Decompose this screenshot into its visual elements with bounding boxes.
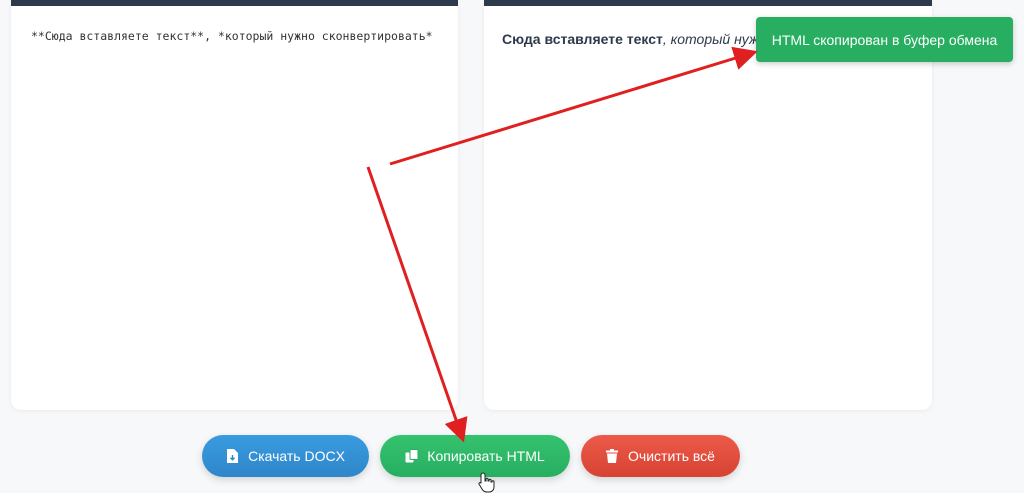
markdown-editor-text[interactable]: **Сюда вставляете текст**, *который нужн…	[31, 29, 433, 43]
file-download-icon	[226, 449, 240, 463]
download-docx-button[interactable]: Скачать DOCX	[202, 435, 369, 477]
clear-all-button[interactable]: Очистить всё	[581, 435, 740, 477]
converter-app: **Сюда вставляете текст**, *который нужн…	[0, 0, 1024, 493]
copy-html-label: Копировать HTML	[427, 448, 545, 464]
copy-icon	[405, 449, 419, 463]
download-docx-label: Скачать DOCX	[248, 448, 345, 464]
copied-toast-notification: HTML скопирован в буфер обмена	[756, 17, 1013, 62]
copy-html-button[interactable]: Копировать HTML	[380, 435, 570, 477]
markdown-editor-panel[interactable]: **Сюда вставляете текст**, *который нужн…	[11, 0, 458, 410]
trash-icon	[606, 449, 620, 463]
preview-bold-text: Сюда вставляете текст	[502, 31, 663, 47]
clear-all-label: Очистить всё	[628, 448, 715, 464]
